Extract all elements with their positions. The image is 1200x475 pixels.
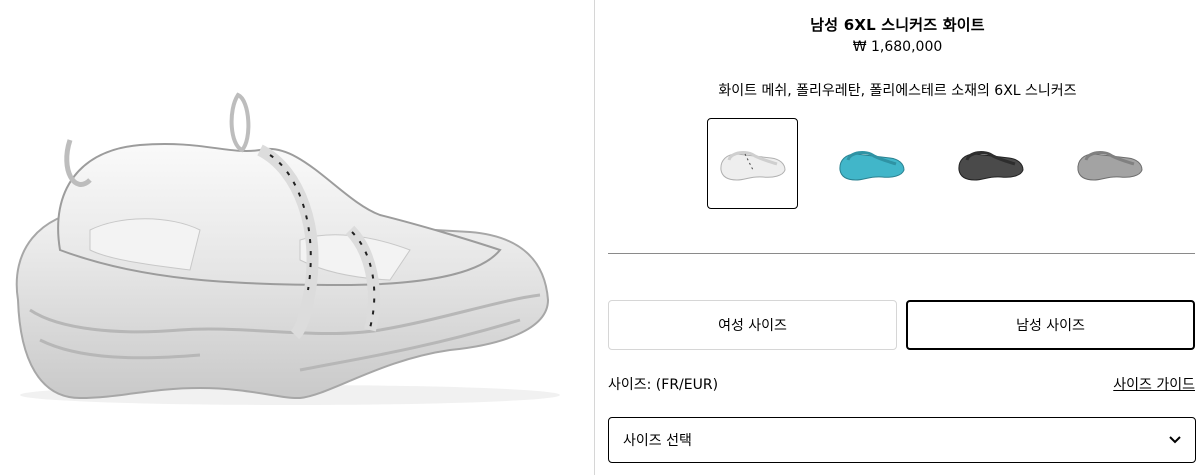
sneaker-image[interactable] [0, 0, 594, 475]
sneaker-thumbnail [1076, 150, 1143, 181]
chevron-down-icon [1169, 436, 1181, 444]
color-swatch-turquoise[interactable] [826, 118, 917, 209]
size-select[interactable]: 사이즈 선택 [608, 417, 1196, 463]
sneaker-thumbnail [719, 150, 786, 181]
color-swatches [707, 118, 1155, 209]
color-swatch-white[interactable] [707, 118, 798, 209]
size-label: 사이즈: (FR/EUR) [608, 377, 719, 393]
product-info-panel: 남성 6XL 스니커즈 화이트 ₩ 1,680,000 화이트 메쉬, 폴리우레… [595, 0, 1200, 475]
section-divider [608, 253, 1195, 254]
product-title: 남성 6XL 스니커즈 화이트 [810, 16, 985, 34]
product-image-panel [0, 0, 594, 475]
color-swatch-black[interactable] [945, 118, 1036, 209]
size-select-placeholder: 사이즈 선택 [623, 433, 692, 449]
sneaker-thumbnail [838, 150, 905, 181]
product-description: 화이트 메쉬, 폴리우레탄, 폴리에스테르 소재의 6XL 스니커즈 [718, 83, 1077, 99]
product-price: ₩ 1,680,000 [852, 39, 943, 55]
sneaker-thumbnail [957, 150, 1024, 181]
women-size-tab[interactable]: 여성 사이즈 [608, 300, 897, 350]
size-guide-link[interactable]: 사이즈 가이드 [1113, 374, 1195, 394]
men-size-tab[interactable]: 남성 사이즈 [906, 300, 1195, 350]
color-swatch-grey[interactable] [1064, 118, 1155, 209]
